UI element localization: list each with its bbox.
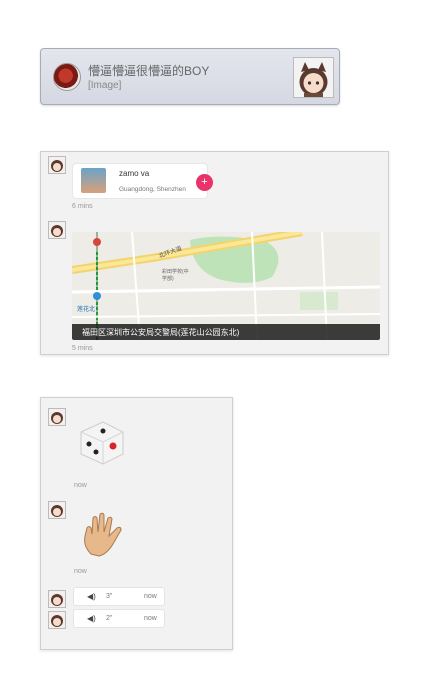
message-time: now [74, 482, 87, 489]
notification-title: 懵逼懵逼很懵逼的BOY [88, 64, 210, 78]
contact-name: zamo va [119, 169, 150, 178]
sender-avatar [53, 63, 81, 91]
dice-sticker[interactable] [77, 418, 127, 473]
voice-message[interactable]: ◀) 2" now [74, 610, 164, 627]
speaker-icon: ◀) [87, 592, 96, 601]
user-avatar[interactable] [48, 611, 66, 629]
map-address-bar: 福田区深圳市公安局交警局(莲花山公园东北) [72, 324, 380, 340]
voice-duration: 2" [106, 615, 113, 622]
contact-photo [81, 168, 106, 193]
speaker-icon: ◀) [87, 614, 96, 623]
user-avatar[interactable] [48, 156, 66, 174]
voice-time: now [144, 593, 157, 600]
chat-panel-2[interactable]: now now ◀) 3" now ◀) 2" now [40, 397, 233, 650]
voice-time: now [144, 615, 157, 622]
chat-panel-1[interactable]: zamo va Guangdong, Shenzhen + 6 mins 北环大… [40, 151, 389, 355]
message-time: now [74, 568, 87, 575]
user-avatar[interactable] [48, 408, 66, 426]
voice-duration: 3" [106, 593, 113, 600]
add-contact-button[interactable]: + [196, 174, 213, 191]
user-avatar[interactable] [48, 590, 66, 608]
user-avatar[interactable] [48, 221, 66, 239]
voice-message[interactable]: ◀) 3" now [74, 588, 164, 605]
location-map[interactable]: 北环大道 彩田学校(中学部) 莲花北 福田区深圳市公安局交警局(莲花山公园东北) [72, 232, 380, 340]
map-school-label: 彩田学校(中学部) [162, 269, 189, 282]
location-address: 福田区深圳市公安局交警局(莲花山公园东北) [82, 328, 240, 337]
message-time: 6 mins [72, 203, 93, 210]
user-avatar[interactable] [48, 501, 66, 519]
contact-location: Guangdong, Shenzhen [119, 186, 186, 193]
message-time: 5 mins [72, 345, 93, 352]
notification-image-thumbnail [293, 57, 334, 98]
notification-subtitle: [Image] [88, 80, 122, 91]
message-notification[interactable]: 懵逼懵逼很懵逼的BOY [Image] [40, 48, 340, 105]
contact-card[interactable]: zamo va Guangdong, Shenzhen + [73, 164, 213, 198]
map-station-label: 莲花北 [77, 307, 96, 313]
hand-gesture-sticker[interactable] [77, 510, 127, 565]
